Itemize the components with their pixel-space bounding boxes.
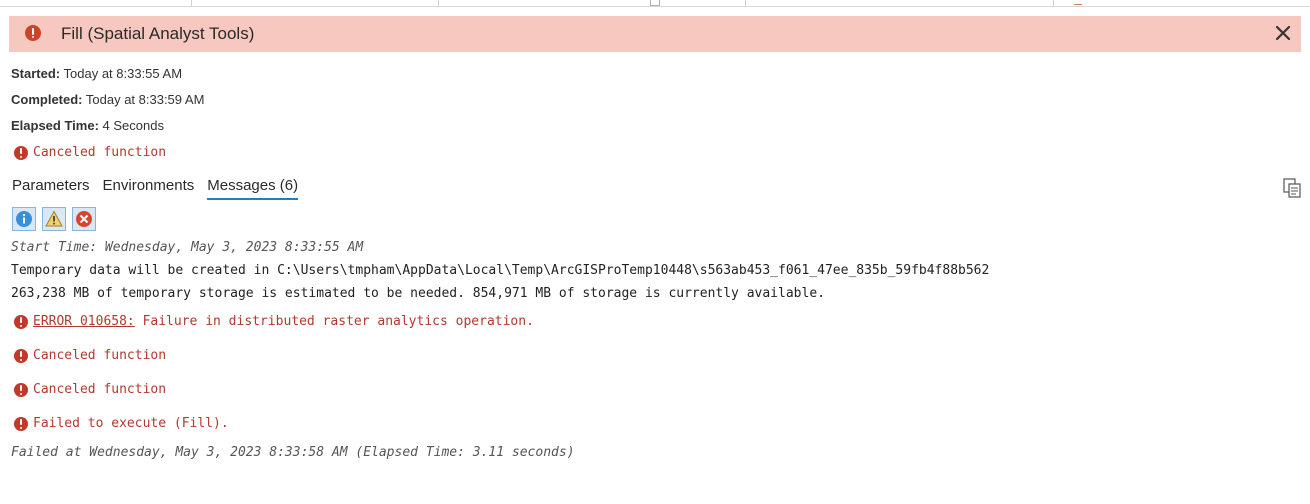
- warning-icon: [45, 210, 63, 227]
- error-code-link[interactable]: ERROR 010658:: [33, 314, 135, 329]
- elapsed-label: Elapsed Time:: [11, 118, 99, 133]
- message-start-time: Start Time: Wednesday, May 3, 2023 8:33:…: [11, 240, 364, 255]
- error-text: Canceled function: [33, 382, 167, 397]
- parent-toolbar-strip: [0, 0, 1310, 7]
- error-icon: [76, 211, 92, 227]
- strip-caret-icon: [1074, 0, 1082, 5]
- message-error: Canceled function: [14, 348, 166, 363]
- completed-value: Today at 8:33:59 AM: [85, 92, 205, 107]
- error-text: Canceled function: [33, 348, 167, 363]
- error-text: Failed to execute (Fill).: [33, 416, 229, 431]
- started-value: Today at 8:33:55 AM: [63, 66, 183, 81]
- strip-icon: [650, 0, 660, 6]
- tab-bar: Parameters Environments Messages (6): [12, 176, 311, 200]
- error-icon: [14, 348, 28, 363]
- filter-info-button[interactable]: [12, 207, 36, 231]
- tab-environments[interactable]: Environments: [103, 176, 195, 200]
- error-icon: [14, 314, 28, 329]
- strip-separator: [438, 0, 439, 6]
- tool-title: Fill (Spatial Analyst Tools): [61, 24, 255, 43]
- message-error: ERROR 010658: Failure in distributed ras…: [14, 314, 534, 329]
- strip-separator: [191, 0, 192, 6]
- tab-parameters[interactable]: Parameters: [12, 176, 90, 200]
- message-error: Canceled function: [14, 382, 166, 397]
- completed-label: Completed:: [11, 92, 83, 107]
- elapsed-row: Elapsed Time: 4 Seconds: [11, 118, 164, 133]
- tab-messages[interactable]: Messages (6): [207, 176, 299, 200]
- strip-separator: [1053, 0, 1054, 6]
- error-icon: [14, 382, 28, 397]
- error-icon: [14, 416, 28, 431]
- strip-separator: [745, 0, 746, 6]
- message-end-time: Failed at Wednesday, May 3, 2023 8:33:58…: [11, 445, 575, 460]
- error-text: Failure in distributed raster analytics …: [134, 314, 534, 329]
- status-text: Canceled function: [33, 145, 167, 160]
- filter-error-button[interactable]: [72, 207, 96, 231]
- started-row: Started: Today at 8:33:55 AM: [11, 66, 182, 81]
- status-line: Canceled function: [14, 145, 166, 160]
- started-label: Started:: [11, 66, 61, 81]
- info-icon: [16, 211, 32, 227]
- error-icon: [25, 25, 41, 41]
- tool-status-banner: Fill (Spatial Analyst Tools): [9, 16, 1301, 52]
- completed-row: Completed: Today at 8:33:59 AM: [11, 92, 204, 107]
- message-error: Failed to execute (Fill).: [14, 416, 229, 431]
- message-info: 263,238 MB of temporary storage is estim…: [11, 286, 825, 301]
- message-info: Temporary data will be created in C:\Use…: [11, 263, 990, 278]
- copy-messages-icon[interactable]: [1283, 178, 1301, 198]
- close-icon[interactable]: [1273, 23, 1293, 43]
- message-filter-bar: [12, 207, 102, 231]
- filter-warning-button[interactable]: [42, 207, 66, 231]
- elapsed-value: 4 Seconds: [102, 118, 164, 133]
- error-icon: [14, 145, 28, 160]
